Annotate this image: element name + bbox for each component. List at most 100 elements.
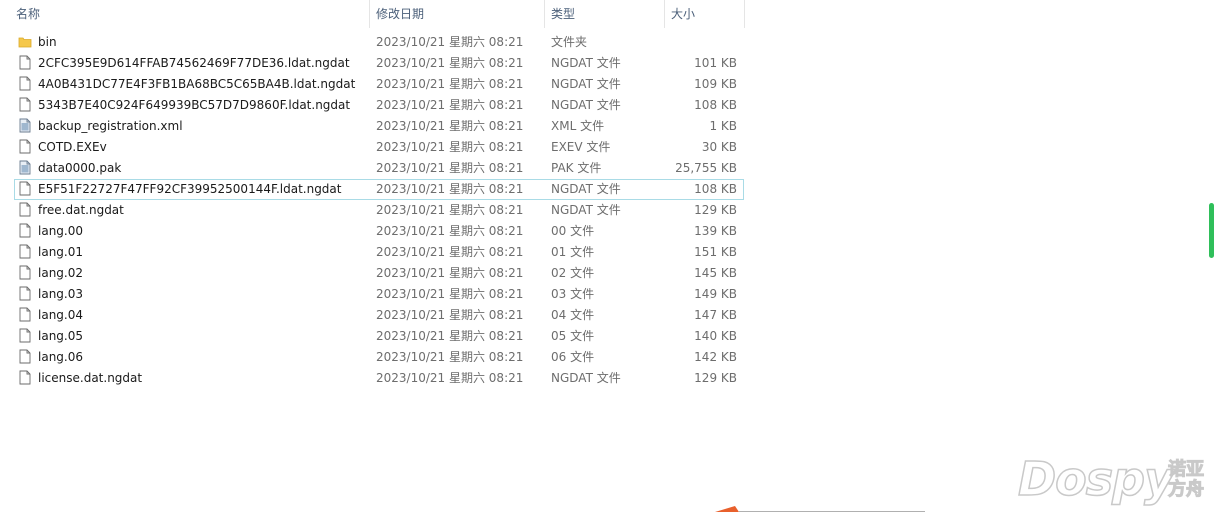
- file-date: 2023/10/21 星期六 08:21: [376, 329, 524, 343]
- file-size: 1 KB: [709, 119, 737, 133]
- file-date: 2023/10/21 星期六 08:21: [376, 224, 524, 238]
- file-type: NGDAT 文件: [551, 182, 621, 196]
- file-row[interactable]: lang.00 2023/10/21 星期六 08:21 00 文件 139 KB: [14, 221, 744, 242]
- file-size: 108 KB: [694, 98, 737, 112]
- file-row[interactable]: 2CFC395E9D614FFAB74562469F77DE36.ldat.ng…: [14, 53, 744, 74]
- file-name: 5343B7E40C924F649939BC57D7D9860F.ldat.ng…: [38, 98, 351, 112]
- file-type: PAK 文件: [551, 161, 602, 175]
- file-icon: [18, 223, 32, 238]
- file-name: lang.03: [38, 287, 83, 301]
- file-size: 129 KB: [694, 371, 737, 385]
- file-icon: [18, 328, 32, 343]
- file-type: 01 文件: [551, 245, 595, 259]
- file-type: 02 文件: [551, 266, 595, 280]
- file-date: 2023/10/21 星期六 08:21: [376, 308, 524, 322]
- file-date: 2023/10/21 星期六 08:21: [376, 182, 524, 196]
- file-icon: [18, 181, 32, 196]
- file-date: 2023/10/21 星期六 08:21: [376, 203, 524, 217]
- file-date: 2023/10/21 星期六 08:21: [376, 245, 524, 259]
- file-date: 2023/10/21 星期六 08:21: [376, 98, 524, 112]
- file-name: lang.05: [38, 329, 83, 343]
- file-row[interactable]: backup_registration.xml 2023/10/21 星期六 08…: [14, 116, 744, 137]
- file-size: 30 KB: [701, 140, 737, 154]
- file-name-cell: 2CFC395E9D614FFAB74562469F77DE36.ldat.ng…: [18, 53, 368, 74]
- file-name: COTD.EXEv: [38, 140, 107, 154]
- file-name-cell: free.dat.ngdat: [18, 200, 368, 221]
- watermark-cn: 诺亚方舟: [1168, 459, 1205, 500]
- file-name-cell: lang.01: [18, 242, 368, 263]
- watermark-logo: Dospy: [1017, 451, 1175, 507]
- orange-arrow-mark: [715, 506, 925, 512]
- file-type: NGDAT 文件: [551, 77, 621, 91]
- file-icon: [18, 370, 32, 385]
- file-name-cell: 4A0B431DC77E4F3FB1BA68BC5C65BA4B.ldat.ng…: [18, 74, 368, 95]
- file-size: 149 KB: [694, 287, 737, 301]
- file-row[interactable]: lang.02 2023/10/21 星期六 08:21 02 文件 145 KB: [14, 263, 744, 284]
- file-type: XML 文件: [551, 119, 605, 133]
- file-list: bin 2023/10/21 星期六 08:21 文件夹 2CFC395E9D614F…: [14, 32, 744, 389]
- file-icon: [18, 307, 32, 322]
- file-date: 2023/10/21 星期六 08:21: [376, 371, 524, 385]
- column-header-date[interactable]: 修改日期: [370, 0, 545, 28]
- file-date: 2023/10/21 星期六 08:21: [376, 161, 524, 175]
- file-row[interactable]: bin 2023/10/21 星期六 08:21 文件夹: [14, 32, 744, 53]
- file-row[interactable]: 5343B7E40C924F649939BC57D7D9860F.ldat.ng…: [14, 95, 744, 116]
- file-name-cell: COTD.EXEv: [18, 137, 368, 158]
- file-type: 文件夹: [551, 35, 588, 49]
- file-name: backup_registration.xml: [38, 119, 183, 133]
- file-icon: [18, 55, 32, 70]
- file-name: lang.01: [38, 245, 83, 259]
- file-row[interactable]: lang.06 2023/10/21 星期六 08:21 06 文件 142 KB: [14, 347, 744, 368]
- file-name: lang.06: [38, 350, 83, 364]
- file-name: data0000.pak: [38, 161, 122, 175]
- file-row[interactable]: free.dat.ngdat 2023/10/21 星期六 08:21 NGDAT …: [14, 200, 744, 221]
- file-row[interactable]: data0000.pak 2023/10/21 星期六 08:21 PAK 文件 25…: [14, 158, 744, 179]
- file-name: lang.00: [38, 224, 83, 238]
- file-type: NGDAT 文件: [551, 56, 621, 70]
- file-name: bin: [38, 35, 57, 49]
- file-icon: [18, 76, 32, 91]
- file-row[interactable]: lang.03 2023/10/21 星期六 08:21 03 文件 149 KB: [14, 284, 744, 305]
- file-row[interactable]: lang.04 2023/10/21 星期六 08:21 04 文件 147 KB: [14, 305, 744, 326]
- file-date: 2023/10/21 星期六 08:21: [376, 266, 524, 280]
- column-header-type[interactable]: 类型: [545, 0, 665, 28]
- file-row[interactable]: lang.05 2023/10/21 星期六 08:21 05 文件 140 KB: [14, 326, 744, 347]
- file-name-cell: 5343B7E40C924F649939BC57D7D9860F.ldat.ng…: [18, 95, 368, 116]
- file-row[interactable]: lang.01 2023/10/21 星期六 08:21 01 文件 151 KB: [14, 242, 744, 263]
- file-row[interactable]: license.dat.ngdat 2023/10/21 星期六 08:21 NGD…: [14, 368, 744, 389]
- folder-icon: [18, 35, 32, 49]
- file-date: 2023/10/21 星期六 08:21: [376, 350, 524, 364]
- vertical-scrollbar[interactable]: [1208, 198, 1215, 262]
- file-type: NGDAT 文件: [551, 203, 621, 217]
- file-row[interactable]: 4A0B431DC77E4F3FB1BA68BC5C65BA4B.ldat.ng…: [14, 74, 744, 95]
- column-header-name[interactable]: 名称: [10, 0, 370, 28]
- file-name-cell: lang.05: [18, 326, 368, 347]
- file-date: 2023/10/21 星期六 08:21: [376, 287, 524, 301]
- file-name-cell: data0000.pak: [18, 158, 368, 179]
- file-name-cell: E5F51F22727F47FF92CF39952500144F.ldat.ng…: [18, 179, 368, 200]
- file-icon: [18, 286, 32, 301]
- file-icon: [18, 349, 32, 364]
- file-size: 142 KB: [694, 350, 737, 364]
- file-type: 00 文件: [551, 224, 595, 238]
- column-header-size[interactable]: 大小: [665, 0, 745, 28]
- file-icon: [18, 97, 32, 112]
- data-file-icon: [18, 118, 32, 133]
- file-row[interactable]: E5F51F22727F47FF92CF39952500144F.ldat.ng…: [14, 179, 744, 200]
- scrollbar-thumb[interactable]: [1209, 203, 1214, 258]
- file-name-cell: lang.06: [18, 347, 368, 368]
- file-name: lang.02: [38, 266, 83, 280]
- file-row[interactable]: COTD.EXEv 2023/10/21 星期六 08:21 EXEV 文件 30 K…: [14, 137, 744, 158]
- file-icon: [18, 265, 32, 280]
- file-name-cell: lang.02: [18, 263, 368, 284]
- column-header: ^ 名称 修改日期 类型 大小: [0, 0, 745, 30]
- file-size: 129 KB: [694, 203, 737, 217]
- file-name-cell: lang.03: [18, 284, 368, 305]
- file-date: 2023/10/21 星期六 08:21: [376, 140, 524, 154]
- file-date: 2023/10/21 星期六 08:21: [376, 119, 524, 133]
- file-icon: [18, 244, 32, 259]
- file-name: lang.04: [38, 308, 83, 322]
- file-date: 2023/10/21 星期六 08:21: [376, 77, 524, 91]
- file-size: 140 KB: [694, 329, 737, 343]
- file-name-cell: backup_registration.xml: [18, 116, 368, 137]
